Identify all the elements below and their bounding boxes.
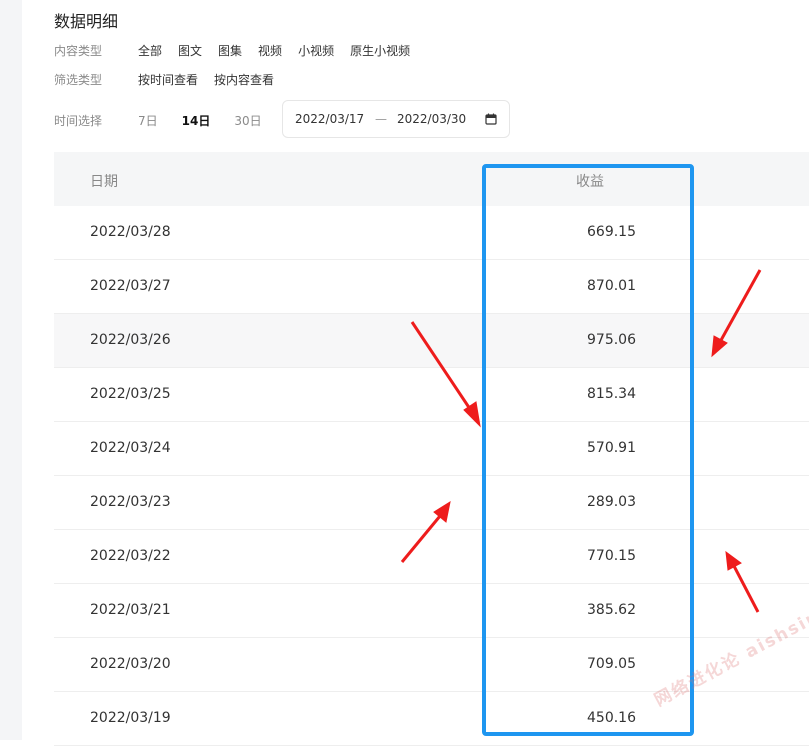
content-type-filter: 内容类型 全部 图文 图集 视频 小视频 原生小视频	[54, 42, 426, 59]
time-option-7d[interactable]: 7日	[138, 112, 158, 129]
table-row: 2022/03/23 289.03	[54, 476, 809, 530]
filter-type-label: 筛选类型	[54, 73, 103, 87]
row-income: 975.06	[587, 332, 636, 348]
row-date: 2022/03/22	[90, 548, 171, 564]
row-income: 450.16	[587, 710, 636, 726]
table-row: 2022/03/19 450.16	[54, 692, 809, 746]
row-date: 2022/03/20	[90, 656, 171, 672]
income-table: 日期 收益 2022/03/28 669.15 2022/03/27 870.0…	[54, 152, 809, 746]
row-date: 2022/03/24	[90, 440, 171, 456]
table-row: 2022/03/22 770.15	[54, 530, 809, 584]
filter-type-option-by-content[interactable]: 按内容查看	[214, 71, 274, 88]
row-income: 385.62	[587, 602, 636, 618]
date-range-separator: —	[375, 112, 387, 126]
table-row: 2022/03/21 385.62	[54, 584, 809, 638]
content-type-option-gallery[interactable]: 图集	[218, 42, 242, 59]
row-date: 2022/03/23	[90, 494, 171, 510]
content-type-label: 内容类型	[54, 44, 103, 58]
row-income: 770.15	[587, 548, 636, 564]
content-type-option-all[interactable]: 全部	[138, 42, 162, 59]
date-range-picker[interactable]: 2022/03/17 — 2022/03/30	[282, 100, 510, 138]
date-range-start[interactable]: 2022/03/17	[295, 112, 364, 126]
row-date: 2022/03/28	[90, 224, 171, 240]
row-date: 2022/03/25	[90, 386, 171, 402]
header-income[interactable]: 收益	[576, 171, 604, 191]
header-date: 日期	[90, 174, 118, 190]
row-date: 2022/03/19	[90, 710, 171, 726]
row-income: 289.03	[587, 494, 636, 510]
row-income: 709.05	[587, 656, 636, 672]
table-row: 2022/03/28 669.15	[54, 206, 809, 260]
table-header: 日期 收益	[54, 152, 809, 206]
page-title: 数据明细	[54, 12, 119, 31]
table-row: 2022/03/27 870.01	[54, 260, 809, 314]
filter-type-filter: 筛选类型 按时间查看 按内容查看	[54, 71, 290, 88]
time-filter-label: 时间选择	[54, 114, 103, 128]
time-option-14d[interactable]: 14日	[182, 112, 211, 129]
content-type-option-article[interactable]: 图文	[178, 42, 202, 59]
table-row: 2022/03/24 570.91	[54, 422, 809, 476]
row-income: 570.91	[587, 440, 636, 456]
filter-type-option-by-time[interactable]: 按时间查看	[138, 71, 198, 88]
row-date: 2022/03/21	[90, 602, 171, 618]
time-option-30d[interactable]: 30日	[234, 112, 261, 129]
table-row: 2022/03/26 975.06	[54, 314, 809, 368]
content-type-option-video[interactable]: 视频	[258, 42, 282, 59]
table-row: 2022/03/25 815.34	[54, 368, 809, 422]
row-income: 815.34	[587, 386, 636, 402]
content-type-option-native-short-video[interactable]: 原生小视频	[350, 42, 410, 59]
row-date: 2022/03/26	[90, 332, 171, 348]
row-income: 669.15	[587, 224, 636, 240]
table-row: 2022/03/20 709.05	[54, 638, 809, 692]
content-type-option-short-video[interactable]: 小视频	[298, 42, 334, 59]
left-sidebar-strip	[0, 0, 22, 740]
row-date: 2022/03/27	[90, 278, 171, 294]
row-income: 870.01	[587, 278, 636, 294]
time-filter: 时间选择 7日 14日 30日	[54, 112, 286, 129]
date-range-end[interactable]: 2022/03/30	[397, 112, 466, 126]
calendar-icon[interactable]	[485, 113, 497, 128]
